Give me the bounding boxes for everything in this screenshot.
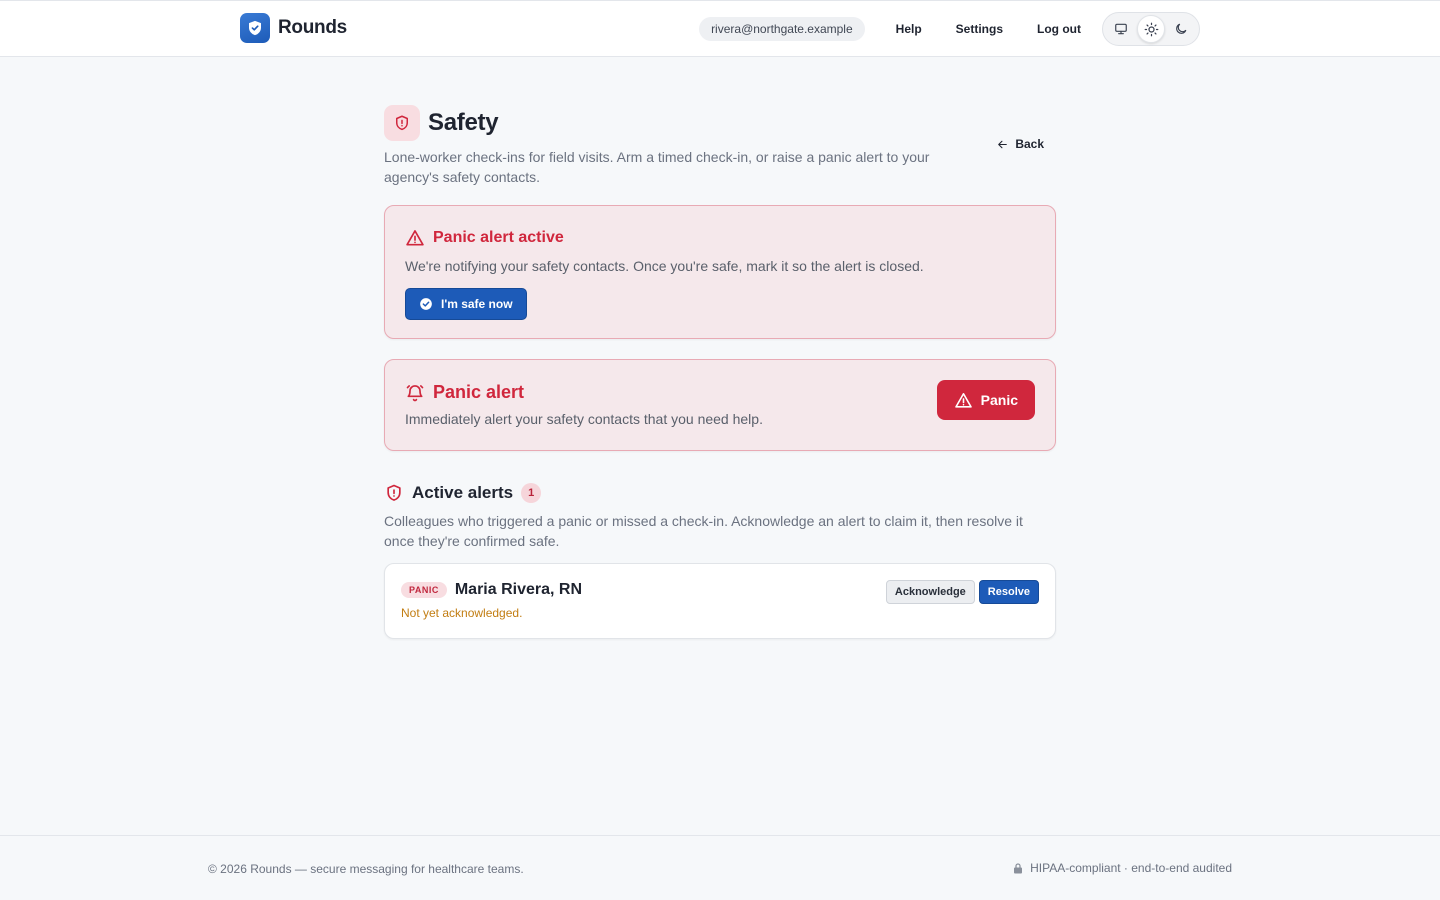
header-nav: rivera@northgate.example Help Settings L… bbox=[699, 12, 1200, 46]
active-panic-title: Panic alert active bbox=[433, 229, 564, 246]
alert-person-name: Maria Rivera, RN bbox=[454, 581, 583, 598]
title-row: Safety bbox=[384, 105, 1056, 141]
help-link[interactable]: Help bbox=[879, 22, 939, 36]
alert-actions: Acknowledge Resolve bbox=[885, 580, 1039, 604]
alert-status: Not yet acknowledged. bbox=[401, 606, 523, 620]
footer: © 2026 Rounds — secure messaging for hea… bbox=[0, 835, 1440, 900]
bell-ringing-icon bbox=[406, 384, 424, 401]
alerts-count-badge: 1 bbox=[521, 483, 542, 503]
logout-link[interactable]: Log out bbox=[1020, 22, 1098, 36]
im-safe-button[interactable]: I'm safe now bbox=[405, 288, 527, 320]
page-header: Safety Lone-worker check-ins for field v… bbox=[384, 105, 1056, 187]
footer-copyright: © 2026 Rounds — secure messaging for hea… bbox=[208, 862, 524, 876]
active-panic-title-row: Panic alert active bbox=[405, 228, 1035, 248]
active-panic-text: We're notifying your safety contacts. On… bbox=[405, 258, 924, 274]
top-navbar: Rounds rivera@northgate.example Help Set… bbox=[0, 0, 1440, 57]
active-alerts-description: Colleagues who triggered a panic or miss… bbox=[384, 513, 1023, 549]
panic-card: Panic alert Immediately alert your safet… bbox=[384, 359, 1056, 451]
lock-icon bbox=[1014, 862, 1023, 873]
theme-toggle bbox=[1102, 12, 1200, 46]
panic-button[interactable]: Panic bbox=[936, 380, 1035, 420]
footer-compliance: HIPAA-compliant · end-to-end audited bbox=[1012, 861, 1232, 875]
shield-check-logo-icon bbox=[240, 13, 270, 43]
back-label: Back bbox=[1015, 137, 1044, 151]
moon-icon[interactable] bbox=[1167, 15, 1195, 43]
active-alerts-title: Active alerts bbox=[412, 483, 514, 502]
active-panic-card: Panic alert active We're notifying your … bbox=[384, 205, 1056, 339]
panic-button-label: Panic bbox=[980, 392, 1018, 408]
settings-link[interactable]: Settings bbox=[939, 22, 1020, 36]
back-button[interactable]: Back bbox=[996, 137, 1044, 151]
page-title: Safety bbox=[428, 109, 499, 136]
brand-name: Rounds bbox=[278, 17, 347, 38]
user-email: rivera@northgate.example bbox=[699, 17, 865, 41]
active-alerts-header: Active alerts 1 bbox=[384, 483, 1056, 503]
footer-compliance-text: HIPAA-compliant · end-to-end audited bbox=[1030, 861, 1232, 875]
panic-title: Panic alert bbox=[433, 382, 525, 402]
page-description: Lone-worker check-ins for field visits. … bbox=[384, 149, 930, 185]
shield-alert-icon bbox=[384, 105, 420, 141]
monitor-icon[interactable] bbox=[1107, 15, 1135, 43]
sun-icon[interactable] bbox=[1137, 15, 1165, 43]
active-alerts-section: Active alerts 1 Colleagues who triggered… bbox=[384, 483, 1056, 639]
brand[interactable]: Rounds bbox=[240, 13, 347, 43]
resolve-button[interactable]: Resolve bbox=[978, 580, 1039, 604]
acknowledge-button[interactable]: Acknowledge bbox=[885, 580, 975, 604]
check-circle-icon bbox=[420, 298, 432, 310]
warning-triangle-icon bbox=[406, 230, 424, 246]
alert-type-badge: PANIC bbox=[401, 582, 447, 598]
shield-alert-icon bbox=[387, 484, 401, 501]
im-safe-label: I'm safe now bbox=[441, 297, 513, 311]
arrow-left-icon bbox=[998, 140, 1008, 148]
alert-item: PANIC Maria Rivera, RN Not yet acknowled… bbox=[384, 563, 1056, 639]
safety-page: Safety Lone-worker check-ins for field v… bbox=[384, 105, 1056, 639]
warning-triangle-icon bbox=[954, 392, 972, 408]
